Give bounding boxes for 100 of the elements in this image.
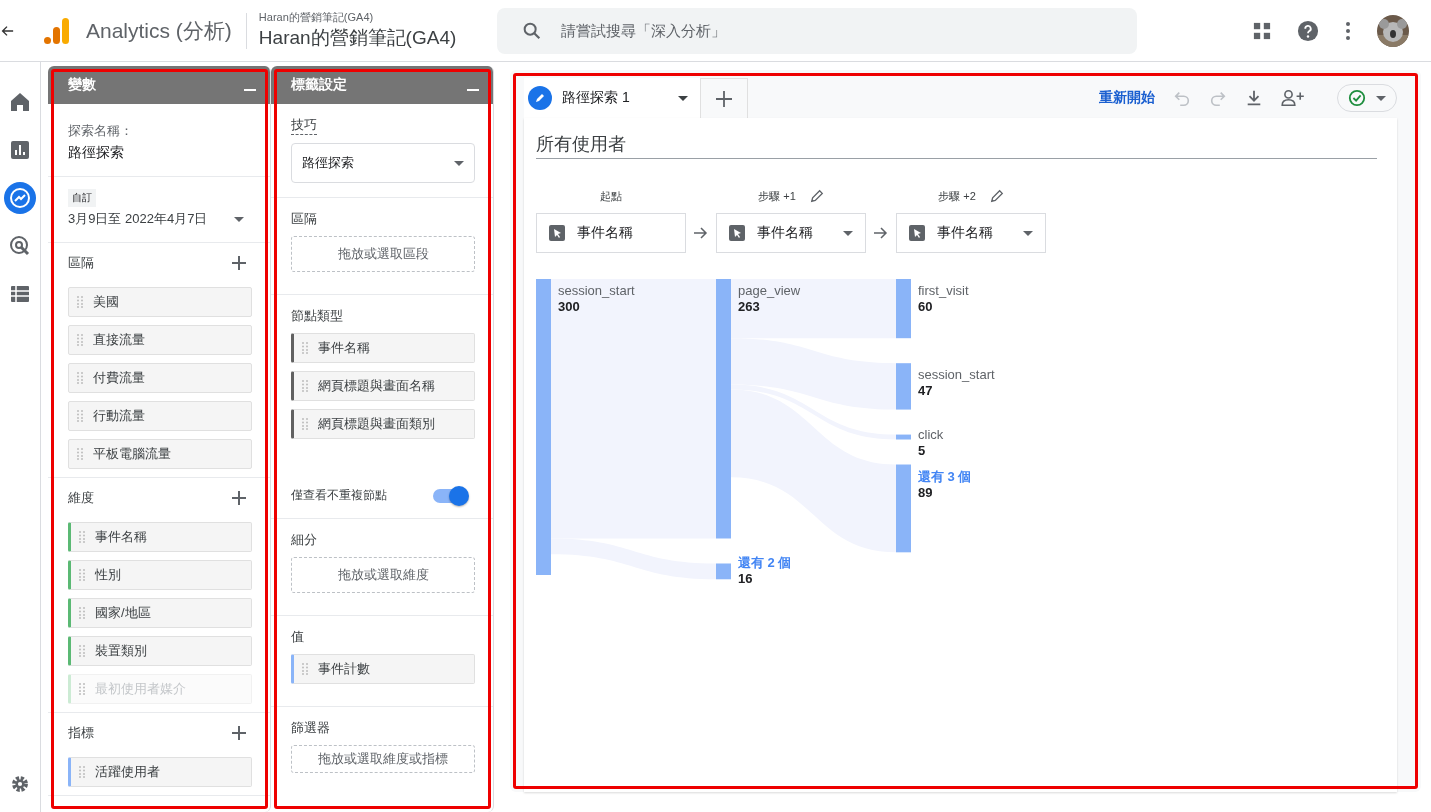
drag-handle-icon[interactable] — [79, 607, 85, 619]
step-label: 起點 — [600, 188, 622, 204]
drag-handle-icon[interactable] — [77, 372, 83, 384]
node-bar[interactable] — [896, 434, 911, 440]
date-preset-tag: 自訂 — [68, 189, 96, 207]
variable-chip[interactable]: 直接流量 — [68, 325, 252, 355]
node-bar[interactable] — [896, 464, 911, 553]
node-dimension-selector[interactable]: 事件名稱 — [536, 213, 686, 253]
unique-nodes-label: 僅查看不重複節點 — [291, 487, 387, 504]
variable-chip[interactable]: 活躍使用者 — [68, 757, 252, 787]
node-bar[interactable] — [716, 563, 731, 580]
technique-label: 技巧 — [291, 116, 317, 135]
caret-icon — [234, 216, 244, 222]
breakdown-label: 細分 — [291, 531, 318, 549]
node-label: page_view — [738, 283, 801, 298]
segment-title: 所有使用者 — [536, 132, 1377, 159]
variable-chip[interactable]: 美國 — [68, 287, 252, 317]
node-label: session_start — [558, 283, 635, 298]
step-label: 步驟 +1 — [758, 188, 796, 204]
section-title: 區隔 — [68, 254, 94, 272]
node-value: 5 — [918, 442, 926, 458]
redo-icon[interactable] — [1209, 89, 1227, 107]
variable-chip[interactable]: 平板電腦流量 — [68, 439, 252, 469]
breakdown-drop-zone[interactable]: 拖放或選取維度 — [291, 557, 475, 593]
value-chip[interactable]: 事件計數 — [291, 654, 475, 684]
variable-chip[interactable]: 付費流量 — [68, 363, 252, 393]
unique-nodes-toggle[interactable] — [433, 488, 467, 503]
section-title: 指標 — [68, 724, 94, 742]
variable-chip[interactable]: 裝置類別 — [68, 636, 252, 666]
section-title: 維度 — [68, 489, 94, 507]
variable-chip[interactable]: 事件名稱 — [68, 522, 252, 552]
add-icon[interactable] — [232, 726, 246, 740]
drag-handle-icon[interactable] — [302, 418, 308, 430]
variable-chip[interactable]: 國家/地區 — [68, 598, 252, 628]
cursor-icon — [909, 225, 925, 241]
node-dimension-selector[interactable]: 事件名稱 — [716, 213, 866, 253]
edit-icon[interactable] — [989, 189, 1004, 203]
arrow-icon — [874, 227, 888, 239]
cursor-icon — [729, 225, 745, 241]
undo-icon[interactable] — [1173, 89, 1191, 107]
drag-handle-icon[interactable] — [302, 380, 308, 392]
more-menu-icon[interactable] — [1345, 20, 1351, 41]
panel-title: 標籤設定 — [291, 76, 347, 94]
settings-icon[interactable] — [10, 774, 30, 794]
drag-handle-icon[interactable] — [77, 448, 83, 460]
node-value: 16 — [738, 571, 753, 587]
analytics-logo-icon — [42, 15, 72, 46]
values-label: 值 — [291, 628, 305, 646]
add-icon[interactable] — [232, 256, 246, 270]
share-people-icon[interactable] — [1281, 89, 1305, 107]
node-bar[interactable] — [896, 279, 911, 339]
apps-grid-icon[interactable] — [1253, 21, 1271, 40]
trend-circle-icon[interactable] — [4, 182, 36, 214]
node-bar[interactable] — [716, 279, 731, 539]
cursor-icon — [549, 225, 565, 241]
node-bar[interactable] — [536, 279, 551, 575]
node-value: 263 — [738, 299, 760, 314]
exploration-name[interactable]: 路徑探索 — [68, 144, 252, 162]
node-type-chip[interactable]: 網頁標題與畫面名稱 — [291, 371, 475, 401]
drag-handle-icon[interactable] — [79, 531, 85, 543]
drag-handle-icon[interactable] — [302, 663, 308, 675]
node-label[interactable]: 還有 3 個 — [918, 468, 972, 484]
node-value: 300 — [558, 299, 580, 314]
product-name: Analytics (分析) — [86, 17, 232, 44]
download-icon[interactable] — [1245, 89, 1263, 107]
plus-icon — [716, 90, 732, 107]
drag-handle-icon[interactable] — [79, 683, 85, 695]
filter-drop-zone[interactable]: 拖放或選取維度或指標 — [291, 745, 475, 773]
node-dimension-selector[interactable]: 事件名稱 — [896, 213, 1046, 253]
search-field[interactable]: 請嘗試搜尋「深入分析」 — [496, 7, 1137, 54]
segments-label: 區隔 — [291, 210, 318, 228]
help-icon[interactable] — [1297, 19, 1319, 42]
drag-handle-icon[interactable] — [302, 342, 308, 354]
drag-handle-icon[interactable] — [77, 410, 83, 422]
exploration-tab[interactable]: 路徑探索 1 — [524, 78, 700, 118]
property-name[interactable]: Haran的營銷筆記(GA4) — [258, 25, 497, 51]
caret-icon — [1376, 95, 1386, 101]
node-type-chip[interactable]: 事件名稱 — [291, 333, 475, 363]
drag-handle-icon[interactable] — [77, 296, 83, 308]
variable-chip[interactable]: 性別 — [68, 560, 252, 590]
node-bar[interactable] — [896, 363, 911, 410]
edit-icon[interactable] — [809, 189, 824, 203]
drag-handle-icon[interactable] — [79, 766, 85, 778]
technique-dropdown[interactable]: 路徑探索 — [291, 143, 475, 183]
segment-drop-zone[interactable]: 拖放或選取區段 — [291, 236, 475, 272]
node-label[interactable]: 還有 2 個 — [738, 555, 792, 571]
node-type-chip[interactable]: 網頁標題與畫面類別 — [291, 409, 475, 439]
account-name[interactable]: Haran的營銷筆記(GA4) — [258, 10, 497, 25]
drag-handle-icon[interactable] — [79, 645, 85, 657]
add-icon[interactable] — [232, 491, 246, 505]
date-range-picker[interactable]: 3月9日至 2022年4月7日 — [68, 210, 252, 228]
back-arrow-icon[interactable] — [0, 23, 14, 38]
node-value: 47 — [918, 383, 933, 399]
step-label: 步驟 +2 — [938, 188, 976, 204]
reset-link[interactable]: 重新開始 — [1099, 89, 1155, 107]
check-circle-icon — [1348, 89, 1366, 107]
variable-chip[interactable]: 行動流量 — [68, 401, 252, 431]
node-value: 60 — [918, 299, 933, 314]
drag-handle-icon[interactable] — [77, 334, 83, 346]
drag-handle-icon[interactable] — [79, 569, 85, 581]
